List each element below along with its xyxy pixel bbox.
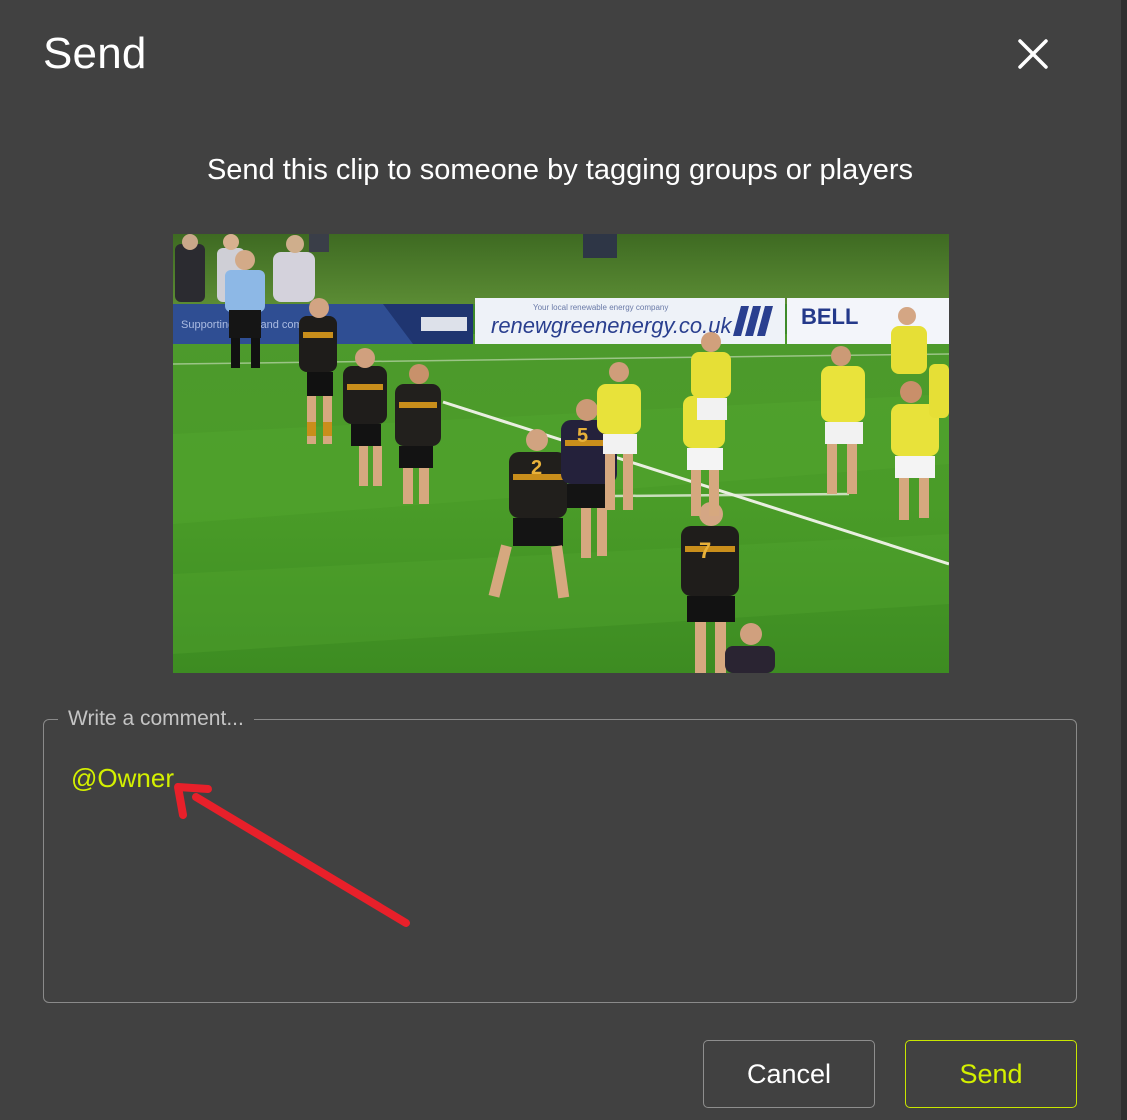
clip-thumbnail: Supporting club and community Your local…	[173, 234, 949, 673]
ad-board-right-text: BELL	[801, 304, 858, 329]
jersey-number-5: 5	[577, 425, 588, 447]
send-dialog: Send Send this clip to someone by taggin…	[0, 0, 1127, 1120]
jersey-number-2: 2	[531, 457, 542, 479]
send-button[interactable]: Send	[905, 1040, 1077, 1108]
ad-board-middle-text: renewgreenenergy.co.uk	[491, 313, 733, 338]
jersey-number-7: 7	[699, 538, 711, 563]
page-edge	[1121, 0, 1127, 1120]
ad-board-middle-tagline: Your local renewable energy company	[533, 303, 668, 312]
comment-field[interactable]: Write a comment... @Owner	[43, 706, 1077, 1003]
close-icon	[1018, 39, 1048, 69]
comment-field-label: Write a comment...	[68, 707, 244, 730]
cancel-button[interactable]: Cancel	[703, 1040, 875, 1108]
dialog-subtitle: Send this clip to someone by tagging gro…	[206, 154, 914, 186]
clip-preview[interactable]: Supporting club and community Your local…	[173, 234, 949, 673]
dialog-title: Send	[43, 29, 147, 78]
comment-mention-tag[interactable]: @Owner	[71, 762, 174, 794]
close-button[interactable]	[1010, 31, 1056, 77]
